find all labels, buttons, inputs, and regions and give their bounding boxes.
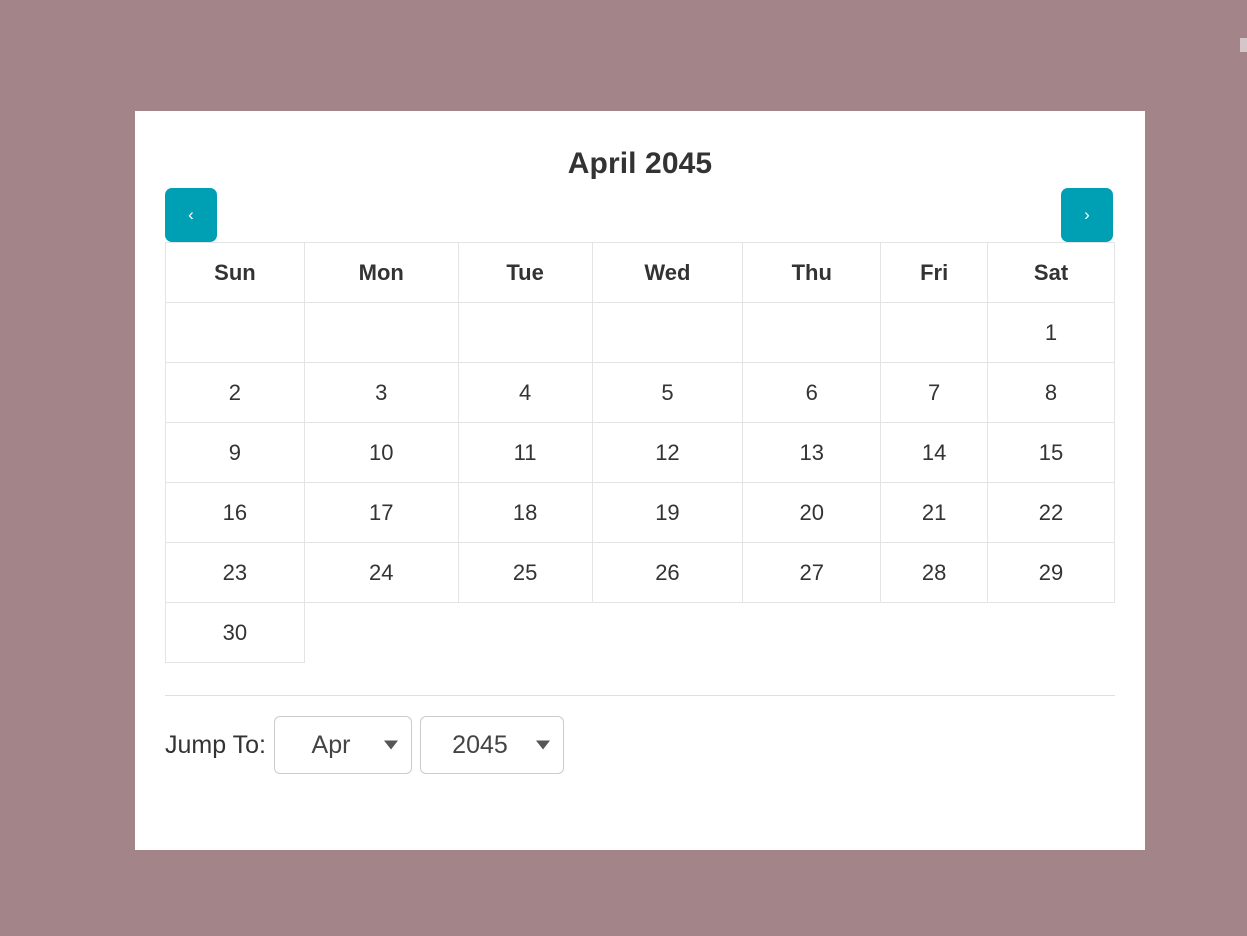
calendar-day-cell[interactable]: 26 bbox=[591, 542, 744, 603]
calendar-week-row: 9 10 11 12 13 14 15 bbox=[165, 422, 1115, 483]
calendar-day-cell[interactable]: 28 bbox=[880, 542, 989, 603]
page-title: April 2045 bbox=[567, 147, 713, 180]
calendar-day-cell[interactable]: 9 bbox=[165, 422, 305, 483]
calendar-day-cell[interactable]: 2 bbox=[165, 362, 305, 423]
calendar-body: 1 2 3 4 5 6 7 8 9 10 11 12 13 14 15 16 17 18 19 20 21 22 23 24 2… bbox=[165, 302, 1115, 663]
calendar-day-cell[interactable]: 4 bbox=[457, 362, 593, 423]
weekday-header-tue: Tue bbox=[457, 242, 593, 303]
calendar-day-cell[interactable]: 3 bbox=[303, 362, 459, 423]
calendar-day-cell[interactable]: 30 bbox=[165, 602, 305, 663]
calendar-week-row: 30 bbox=[165, 602, 1115, 663]
calendar-day-cell[interactable]: 23 bbox=[165, 542, 305, 603]
chevron-left-icon: ‹ bbox=[188, 205, 194, 224]
jump-to-label: Jump To: bbox=[165, 730, 266, 759]
calendar-cell-empty bbox=[880, 302, 989, 363]
calendar-day-cell[interactable]: 20 bbox=[742, 482, 882, 543]
previous-month-button[interactable]: ‹ bbox=[165, 188, 217, 242]
calendar-cell-empty bbox=[591, 302, 744, 363]
month-select-wrapper: JanFebMarAprMayJunJulAugSepOctNovDec bbox=[273, 716, 420, 774]
calendar-day-cell[interactable]: 15 bbox=[987, 422, 1115, 483]
weekday-header-mon: Mon bbox=[303, 242, 459, 303]
calendar-day-cell[interactable]: 29 bbox=[987, 542, 1115, 603]
calendar-day-cell[interactable]: 10 bbox=[303, 422, 459, 483]
calendar-grid: Sun Mon Tue Wed Thu Fri Sat 1 2 3 4 5 6 7 8 9 10 11 12 13 1… bbox=[165, 242, 1115, 663]
calendar-card: April 2045 ‹ › Sun Mon Tue Wed Thu Fri Sat 123… bbox=[135, 111, 1145, 850]
calendar-day-cell[interactable]: 5 bbox=[591, 362, 744, 423]
weekday-header-sat: Sat bbox=[987, 242, 1115, 303]
calendar-day-cell[interactable]: 1 bbox=[987, 302, 1115, 363]
calendar-cell-empty bbox=[742, 302, 882, 363]
calendar-week-row: 1 bbox=[165, 302, 1115, 363]
weekday-header-wed: Wed bbox=[591, 242, 744, 303]
calendar-day-cell[interactable]: 18 bbox=[457, 482, 593, 543]
calendar-day-cell[interactable]: 13 bbox=[742, 422, 882, 483]
next-month-button[interactable]: › bbox=[1061, 188, 1113, 242]
calendar-day-cell[interactable]: 11 bbox=[457, 422, 593, 483]
calendar-week-row: 16 17 18 19 20 21 22 bbox=[165, 482, 1115, 543]
calendar-day-cell[interactable]: 22 bbox=[987, 482, 1115, 543]
calendar-day-cell[interactable]: 27 bbox=[742, 542, 882, 603]
calendar-day-cell[interactable]: 14 bbox=[880, 422, 989, 483]
month-select[interactable]: JanFebMarAprMayJunJulAugSepOctNovDec bbox=[273, 716, 412, 774]
calendar-cell-empty bbox=[303, 302, 459, 363]
weekday-header-fri: Fri bbox=[880, 242, 989, 303]
weekday-header-row: Sun Mon Tue Wed Thu Fri Sat bbox=[165, 242, 1115, 303]
calendar-day-cell[interactable]: 16 bbox=[165, 482, 305, 543]
calendar-table-wrapper: Sun Mon Tue Wed Thu Fri Sat 1 2 3 4 5 6 7 8 9 10 11 12 13 1… bbox=[135, 242, 1145, 663]
calendar-week-row: 23 24 25 26 27 28 29 bbox=[165, 542, 1115, 603]
calendar-day-cell[interactable]: 19 bbox=[591, 482, 744, 543]
year-select-wrapper: 20432044204520462047 bbox=[419, 716, 572, 774]
calendar-day-cell[interactable]: 6 bbox=[742, 362, 882, 423]
year-select[interactable]: 20432044204520462047 bbox=[419, 716, 564, 774]
edge-artifact bbox=[1240, 38, 1247, 52]
calendar-day-cell[interactable]: 17 bbox=[303, 482, 459, 543]
calendar-day-cell[interactable]: 25 bbox=[457, 542, 593, 603]
calendar-day-cell[interactable]: 24 bbox=[303, 542, 459, 603]
calendar-day-cell[interactable]: 7 bbox=[880, 362, 989, 423]
calendar-cell-empty bbox=[457, 302, 593, 363]
calendar-day-cell[interactable]: 8 bbox=[987, 362, 1115, 423]
calendar-day-cell[interactable]: 21 bbox=[880, 482, 989, 543]
calendar-header: April 2045 ‹ › bbox=[135, 111, 1145, 242]
weekday-header-thu: Thu bbox=[742, 242, 882, 303]
weekday-header-sun: Sun bbox=[165, 242, 305, 303]
calendar-cell-empty bbox=[165, 302, 305, 363]
chevron-right-icon: › bbox=[1084, 205, 1090, 224]
calendar-week-row: 2345678 bbox=[165, 362, 1115, 423]
calendar-day-cell[interactable]: 12 bbox=[591, 422, 744, 483]
calendar-footer: Jump To: JanFebMarAprMayJunJulAugSepOctN… bbox=[165, 695, 1115, 774]
